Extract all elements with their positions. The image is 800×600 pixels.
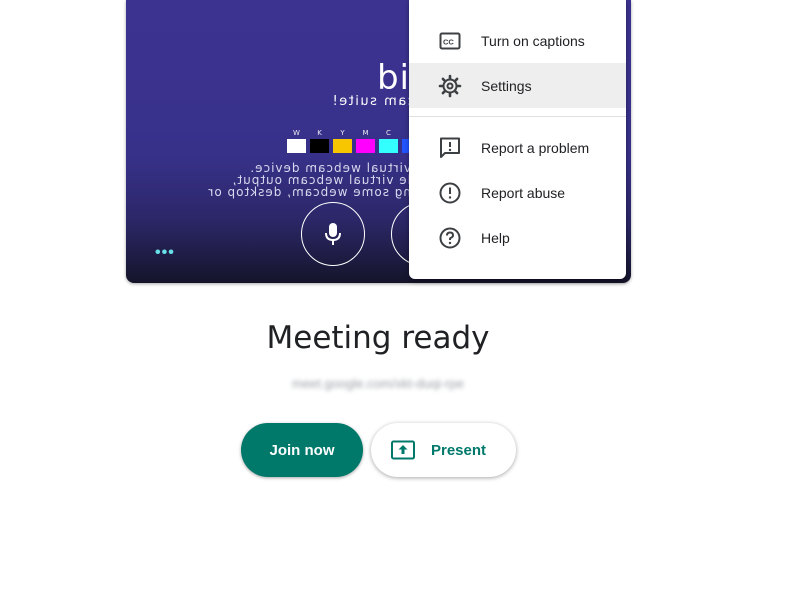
captions-icon: CC [437,28,462,53]
swatch-color [379,139,398,153]
more-options-menu: CC Turn on captions Settings Report a pr… [409,0,626,279]
swatch-color [333,139,352,153]
swatch-color [310,139,329,153]
join-now-button[interactable]: Join now [241,423,363,477]
meeting-link: meet.google.com/xkt-duqi-rpe [292,376,464,391]
present-button[interactable]: Present [371,423,516,477]
meeting-lobby: webcamoid the ultimate webcam suite! W K… [0,0,800,600]
feedback-icon [437,135,462,160]
svg-text:CC: CC [443,37,454,46]
menu-item-label: Report a problem [481,139,590,156]
description-line: ng some webcam, desktop or [207,185,411,199]
more-options-icon[interactable]: ••• [155,245,175,261]
swatch-label: W [293,129,300,137]
alert-icon [437,180,462,205]
microphone-icon [325,223,341,245]
swatch: C [379,128,398,153]
menu-item-label: Help [481,229,510,246]
swatch-color [356,139,375,153]
menu-item-report-problem[interactable]: Report a problem [409,125,626,170]
swatch: Y [333,128,352,153]
menu-item-label: Turn on captions [481,32,585,49]
menu-item-help[interactable]: Help [409,215,626,260]
camera-description: virtual webcam device. le virtual webcam… [171,161,411,199]
swatch-label: K [317,129,322,137]
menu-item-settings[interactable]: Settings [409,63,626,108]
menu-item-report-abuse[interactable]: Report abuse [409,170,626,215]
swatch-label: M [362,129,369,137]
swatch: K [310,128,329,153]
menu-divider [409,116,626,117]
menu-item-captions[interactable]: CC Turn on captions [409,18,626,63]
help-icon [437,225,462,250]
swatch: M [356,128,375,153]
present-screen-icon [391,440,415,460]
color-test-swatches: W K Y M C B [287,128,421,153]
gear-icon [437,73,462,98]
swatch: W [287,128,306,153]
present-label: Present [431,441,487,459]
swatch-label: C [386,129,391,137]
menu-item-label: Settings [481,77,532,94]
microphone-toggle-button[interactable] [301,202,365,266]
swatch-label: Y [340,129,345,137]
page-title: Meeting ready [266,320,490,356]
menu-item-label: Report abuse [481,184,566,201]
swatch-color [287,139,306,153]
